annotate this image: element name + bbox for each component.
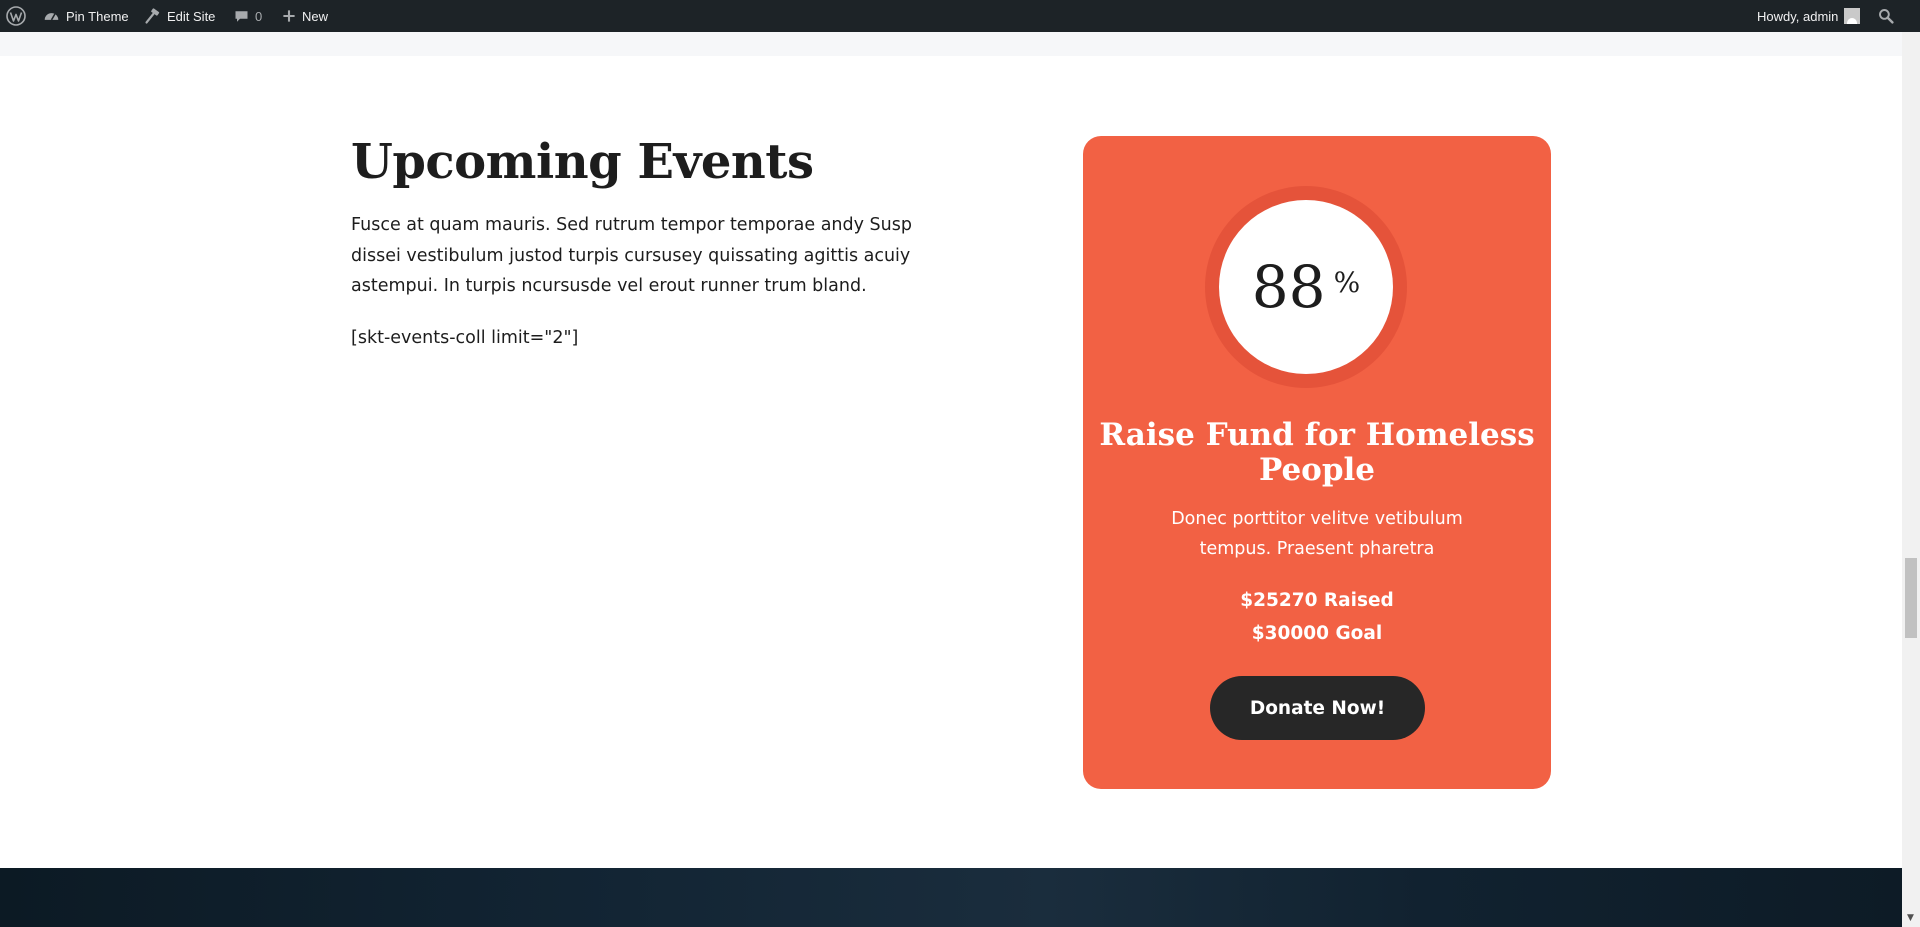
avatar-icon	[1844, 8, 1861, 24]
progress-percent-value: 88	[1251, 253, 1326, 321]
site-name-label: Pin Theme	[66, 8, 129, 24]
edit-site-label: Edit Site	[167, 8, 216, 24]
admin-search-button[interactable]	[1878, 0, 1894, 32]
howdy-label: Howdy, admin	[1757, 8, 1839, 24]
donate-now-button[interactable]: Donate Now!	[1210, 676, 1425, 740]
fundraiser-description: Donec porttitor velitve vetibulum tempus…	[1171, 509, 1463, 559]
edit-site-link[interactable]: Edit Site	[144, 0, 215, 32]
header-strip	[0, 32, 1902, 56]
wordpress-logo-button[interactable]	[6, 0, 26, 32]
scroll-down-arrow-icon[interactable]: ▼	[1907, 913, 1914, 923]
wordpress-icon	[6, 6, 26, 26]
goal-amount: $30000 Goal	[1251, 623, 1383, 644]
fundraiser-card: 88 % Raise Fund for Homeless People Done…	[1083, 136, 1551, 789]
new-content-link[interactable]: New	[282, 0, 328, 32]
search-icon	[1879, 9, 1894, 24]
site-name-link[interactable]: Pin Theme	[43, 0, 129, 32]
fundraiser-title: Raise Fund for Homeless People	[1099, 417, 1535, 488]
new-label: New	[302, 8, 329, 24]
next-section-background	[0, 868, 1902, 927]
my-account-link[interactable]: Howdy, admin	[1757, 0, 1861, 32]
plus-icon	[283, 10, 295, 22]
comments-count: 0	[255, 8, 263, 24]
comment-bubble-icon	[235, 10, 248, 22]
upcoming-events-heading: Upcoming Events	[351, 134, 814, 190]
progress-ring-center: 88 %	[1219, 200, 1393, 374]
hammer-icon	[145, 7, 160, 24]
dashboard-icon	[44, 12, 59, 20]
comments-link[interactable]: 0	[234, 0, 262, 32]
page-scrollbar[interactable]: ▼	[1902, 32, 1920, 927]
raised-amount: $25270 Raised	[1240, 590, 1394, 611]
events-shortcode-text: [skt-events-coll limit="2"]	[351, 328, 579, 348]
upcoming-events-description: Fusce at quam mauris. Sed rutrum tempor …	[351, 215, 912, 296]
scrollbar-thumb[interactable]	[1905, 558, 1917, 638]
admin-bar: Pin Theme Edit Site 0 New Howdy, admin	[0, 0, 1920, 32]
progress-ring: 88 %	[1205, 186, 1407, 388]
progress-percent-sign: %	[1333, 265, 1361, 299]
